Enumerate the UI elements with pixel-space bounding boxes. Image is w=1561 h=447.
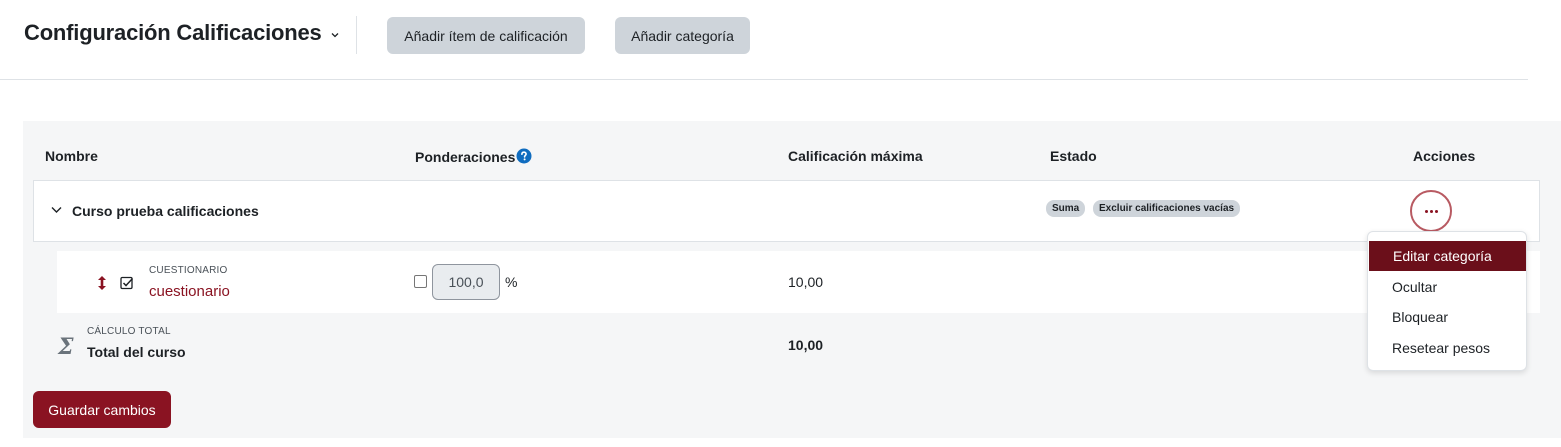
total-max-grade: 10,00 [788, 337, 824, 353]
help-icon[interactable] [516, 148, 532, 164]
item-max-grade: 10,00 [788, 274, 824, 290]
quiz-icon [120, 276, 134, 290]
header-divider-line [0, 79, 1528, 80]
category-row [33, 180, 1540, 242]
grade-item-link[interactable]: cuestionario [149, 283, 230, 300]
category-actions-button[interactable] [1410, 190, 1452, 232]
column-header-actions: Acciones [1413, 148, 1476, 164]
column-header-name: Nombre [45, 148, 98, 164]
status-badge: Suma [1046, 200, 1086, 217]
menu-item-reset-weights[interactable]: Resetear pesos [1368, 333, 1526, 363]
chevron-down-icon [331, 33, 339, 38]
column-header-weights: Ponderaciones [415, 148, 532, 165]
header-divider [356, 16, 357, 54]
weight-override-checkbox[interactable] [414, 275, 427, 288]
column-header-weights-label: Ponderaciones [415, 149, 516, 165]
category-name: Curso prueba calificaciones [72, 203, 259, 219]
sigma-icon: Σ [58, 334, 74, 360]
item-type-label: CUESTIONARIO [149, 265, 228, 276]
column-header-status: Estado [1050, 148, 1097, 164]
course-total-name: Total del curso [87, 344, 186, 360]
column-header-max-grade: Calificación máxima [788, 148, 923, 164]
total-type-label: CÁLCULO TOTAL [87, 326, 171, 337]
move-icon[interactable] [97, 275, 107, 291]
add-category-button[interactable]: Añadir categoría [615, 17, 750, 54]
save-changes-button[interactable]: Guardar cambios [33, 391, 171, 428]
page-title-selector[interactable]: Configuración Calificaciones [24, 20, 340, 46]
page-header: Configuración Calificaciones Añadir ítem… [0, 0, 1561, 80]
collapse-chevron-icon[interactable] [51, 206, 62, 214]
weight-input[interactable]: 100,0 [432, 264, 500, 300]
status-badge: Excluir calificaciones vacías [1093, 200, 1241, 217]
menu-item-hide[interactable]: Ocultar [1368, 272, 1526, 302]
menu-item-edit-category[interactable]: Editar categoría [1369, 241, 1526, 271]
actions-menu: Editar categoría Ocultar Bloquear Resete… [1367, 231, 1527, 371]
more-icon [1424, 209, 1438, 213]
weight-unit: % [505, 274, 518, 290]
menu-item-lock[interactable]: Bloquear [1368, 302, 1526, 332]
page-title: Configuración Calificaciones [24, 20, 322, 45]
add-grade-item-button[interactable]: Añadir ítem de calificación [387, 17, 585, 54]
